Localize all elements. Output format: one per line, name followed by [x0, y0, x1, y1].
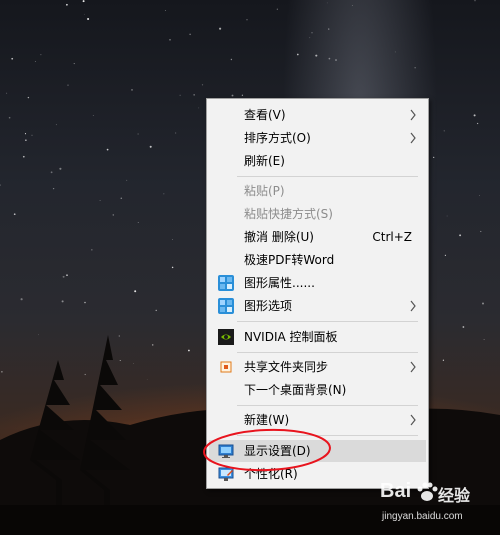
chevron-right-icon	[410, 300, 416, 312]
menu-separator	[237, 405, 418, 406]
personalize-icon	[218, 467, 234, 481]
menu-separator	[237, 176, 418, 177]
menu-item-new[interactable]: 新建(W)	[209, 409, 426, 431]
menu-item-label: NVIDIA 控制面板	[244, 330, 338, 344]
intel-graphics-icon	[218, 275, 234, 291]
menu-item-paste[interactable]: 粘贴(P)	[209, 180, 426, 202]
menu-separator	[237, 435, 418, 436]
menu-item-label: 个性化(R)	[244, 467, 298, 481]
menu-separator	[237, 352, 418, 353]
menu-item-graphics-properties[interactable]: 图形属性......	[209, 272, 426, 294]
menu-item-label: 下一个桌面背景(N)	[244, 383, 347, 397]
menu-item-display-settings[interactable]: 显示设置(D)	[209, 440, 426, 462]
chevron-right-icon	[410, 361, 416, 373]
menu-item-label: 粘贴快捷方式(S)	[244, 207, 333, 221]
chevron-right-icon	[410, 109, 416, 121]
menu-item-undo-delete[interactable]: 撤消 删除(U) Ctrl+Z	[209, 226, 426, 248]
menu-item-graphics-options[interactable]: 图形选项	[209, 295, 426, 317]
menu-item-next-desktop-background[interactable]: 下一个桌面背景(N)	[209, 379, 426, 401]
menu-item-label: 极速PDF转Word	[244, 253, 335, 267]
menu-item-label: 排序方式(O)	[244, 131, 311, 145]
menu-item-label: 查看(V)	[244, 108, 286, 122]
desktop-context-menu: 查看(V) 排序方式(O) 刷新(E) 粘贴(P) 粘贴快捷方式(S) 撤消 删…	[206, 98, 429, 489]
menu-item-pdf-to-word[interactable]: 极速PDF转Word	[209, 249, 426, 271]
menu-item-label: 撤消 删除(U)	[244, 230, 314, 244]
chevron-right-icon	[410, 414, 416, 426]
menu-item-refresh[interactable]: 刷新(E)	[209, 150, 426, 172]
menu-item-label: 图形选项	[244, 299, 293, 313]
menu-item-label: 粘贴(P)	[244, 184, 285, 198]
paw-icon	[417, 482, 438, 501]
menu-item-paste-shortcut[interactable]: 粘贴快捷方式(S)	[209, 203, 426, 225]
menu-item-shared-folder-sync[interactable]: 共享文件夹同步	[209, 356, 426, 378]
watermark-brand-suffix: 经验	[438, 486, 471, 505]
nvidia-icon	[218, 329, 234, 345]
menu-item-nvidia-control-panel[interactable]: NVIDIA 控制面板	[209, 326, 426, 348]
menu-item-label: 刷新(E)	[244, 154, 285, 168]
watermark-brand: Bai	[380, 480, 412, 502]
menu-item-shortcut: Ctrl+Z	[372, 230, 412, 244]
intel-graphics-icon	[218, 298, 234, 314]
baidu-jingyan-watermark: Bai 经验 jingyan.baidu.com	[380, 475, 498, 533]
watermark-url: jingyan.baidu.com	[382, 511, 463, 522]
menu-item-label: 新建(W)	[244, 413, 290, 427]
menu-item-sort-by[interactable]: 排序方式(O)	[209, 127, 426, 149]
menu-item-label: 共享文件夹同步	[244, 360, 329, 374]
menu-item-label: 图形属性......	[244, 276, 315, 290]
menu-separator	[237, 321, 418, 322]
sync-icon	[220, 361, 232, 373]
menu-item-label: 显示设置(D)	[244, 444, 311, 458]
display-icon	[218, 444, 234, 458]
menu-item-view[interactable]: 查看(V)	[209, 104, 426, 126]
chevron-right-icon	[410, 132, 416, 144]
